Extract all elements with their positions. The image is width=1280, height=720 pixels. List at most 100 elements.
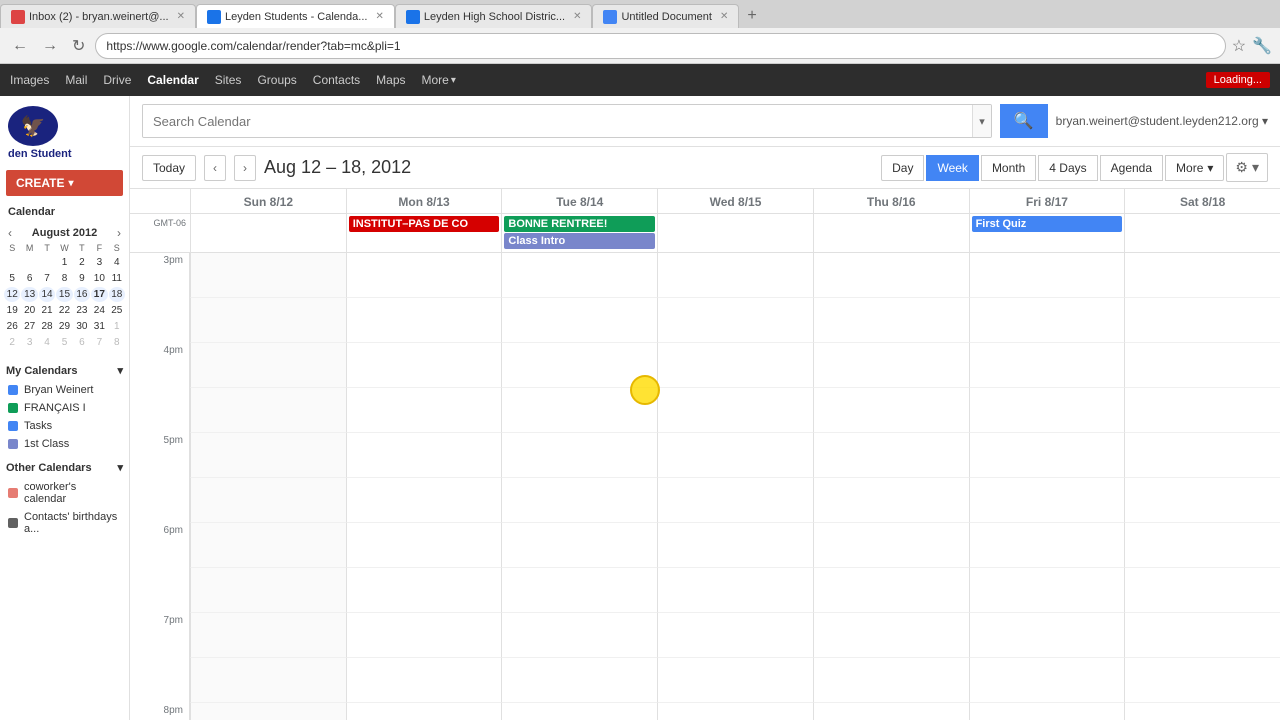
mini-cal-day[interactable]: 11	[109, 271, 125, 286]
mini-cal-day[interactable]: 13	[21, 287, 37, 302]
search-input[interactable]	[143, 105, 972, 137]
my-calendar-item[interactable]: Tasks	[0, 417, 129, 435]
time-cell[interactable]	[501, 253, 657, 298]
time-cell[interactable]	[501, 703, 657, 720]
my-calendars-header[interactable]: My Calendars ▾	[0, 360, 129, 381]
mini-cal-prev-button[interactable]: ‹	[8, 226, 12, 240]
mini-cal-day[interactable]: 16	[74, 287, 90, 302]
time-cell[interactable]	[190, 478, 346, 523]
mini-cal-day[interactable]: 17	[91, 287, 107, 302]
time-cell[interactable]	[346, 613, 502, 658]
mini-cal-day[interactable]: 29	[56, 319, 72, 334]
time-cell[interactable]	[501, 343, 657, 388]
new-tab-button[interactable]: +	[739, 4, 764, 28]
mini-cal-day[interactable]: 3	[91, 255, 107, 270]
event-first-quiz[interactable]: First Quiz	[972, 216, 1123, 232]
time-cell[interactable]	[969, 568, 1125, 613]
view-more-button[interactable]: More ▾	[1165, 155, 1224, 181]
time-cell[interactable]	[969, 388, 1125, 433]
topbar-calendar-link[interactable]: Calendar	[147, 73, 198, 87]
my-calendar-item[interactable]: Bryan Weinert	[0, 381, 129, 399]
address-bar[interactable]: https://www.google.com/calendar/render?t…	[95, 33, 1225, 59]
mini-cal-day[interactable]: 2	[4, 335, 20, 350]
create-event-button[interactable]: CREATE ▾	[6, 170, 123, 196]
time-cell[interactable]	[501, 298, 657, 343]
time-cell[interactable]	[813, 253, 969, 298]
time-cell[interactable]	[346, 523, 502, 568]
mini-cal-day[interactable]: 4	[39, 335, 55, 350]
time-cell[interactable]	[190, 658, 346, 703]
mini-cal-day[interactable]: 22	[56, 303, 72, 318]
other-calendars-header[interactable]: Other Calendars ▾	[0, 457, 129, 478]
topbar-more-button[interactable]: More ▾	[422, 73, 456, 87]
mini-cal-day[interactable]: 18	[109, 287, 125, 302]
time-cell[interactable]	[501, 388, 657, 433]
mini-cal-day[interactable]: 5	[56, 335, 72, 350]
time-cell[interactable]	[813, 703, 969, 720]
event-bonne-rentree[interactable]: BONNE RENTREE!	[504, 216, 655, 232]
tab-leyden-close-icon[interactable]: ✕	[573, 11, 581, 22]
time-cell[interactable]	[1124, 658, 1280, 703]
view-week-button[interactable]: Week	[926, 155, 978, 181]
my-calendar-item[interactable]: FRANÇAIS I	[0, 399, 129, 417]
time-cell[interactable]	[346, 253, 502, 298]
view-4days-button[interactable]: 4 Days	[1038, 155, 1097, 181]
time-cell[interactable]	[190, 343, 346, 388]
other-calendar-item[interactable]: coworker's calendar	[0, 478, 129, 508]
time-cell[interactable]	[501, 613, 657, 658]
time-cell[interactable]	[1124, 298, 1280, 343]
tab-gmail[interactable]: Inbox (2) - bryan.weinert@... ✕	[0, 4, 196, 28]
time-cell[interactable]	[1124, 568, 1280, 613]
topbar-drive-link[interactable]: Drive	[103, 73, 131, 87]
back-button[interactable]: ←	[8, 35, 32, 57]
topbar-mail-link[interactable]: Mail	[65, 73, 87, 87]
time-cell[interactable]	[190, 298, 346, 343]
mini-cal-day[interactable]: 10	[91, 271, 107, 286]
time-cell[interactable]	[969, 433, 1125, 478]
time-cell[interactable]	[346, 703, 502, 720]
view-month-button[interactable]: Month	[981, 155, 1036, 181]
time-cell[interactable]	[657, 388, 813, 433]
time-cell[interactable]	[190, 433, 346, 478]
search-dropdown-icon[interactable]: ▾	[972, 105, 991, 137]
time-cell[interactable]	[813, 523, 969, 568]
time-cell[interactable]	[501, 433, 657, 478]
time-cell[interactable]	[346, 388, 502, 433]
time-cell[interactable]	[657, 298, 813, 343]
mini-cal-day[interactable]	[4, 255, 20, 270]
time-cell[interactable]	[190, 703, 346, 720]
mini-cal-day[interactable]: 20	[21, 303, 37, 318]
user-email[interactable]: bryan.weinert@student.leyden212.org ▾	[1056, 114, 1268, 128]
mini-cal-day[interactable]: 21	[39, 303, 55, 318]
mini-cal-day[interactable]: 15	[56, 287, 72, 302]
time-cell[interactable]	[190, 568, 346, 613]
mini-cal-day[interactable]: 1	[56, 255, 72, 270]
time-cell[interactable]	[190, 388, 346, 433]
mini-cal-day[interactable]: 1	[109, 319, 125, 334]
search-button[interactable]: 🔍	[1000, 104, 1048, 138]
time-cell[interactable]	[1124, 613, 1280, 658]
time-cell[interactable]	[657, 343, 813, 388]
tab-calendar-close-icon[interactable]: ✕	[375, 11, 383, 22]
mini-cal-day[interactable]: 9	[74, 271, 90, 286]
time-cell[interactable]	[657, 568, 813, 613]
mini-cal-day[interactable]: 26	[4, 319, 20, 334]
time-cell[interactable]	[190, 253, 346, 298]
forward-button[interactable]: →	[38, 35, 62, 57]
mini-cal-day[interactable]: 8	[109, 335, 125, 350]
time-cell[interactable]	[346, 343, 502, 388]
time-cell[interactable]	[969, 478, 1125, 523]
time-cell[interactable]	[969, 298, 1125, 343]
time-cell[interactable]	[657, 433, 813, 478]
mini-cal-day[interactable]: 8	[56, 271, 72, 286]
time-cell[interactable]	[969, 658, 1125, 703]
time-cell[interactable]	[969, 613, 1125, 658]
bookmark-icon[interactable]: ☆	[1232, 36, 1246, 56]
prev-week-button[interactable]: ‹	[204, 155, 226, 181]
time-cell[interactable]	[346, 433, 502, 478]
mini-cal-day[interactable]: 14	[39, 287, 55, 302]
tab-leyden[interactable]: Leyden High School Distric... ✕	[395, 4, 593, 28]
mini-cal-day[interactable]: 5	[4, 271, 20, 286]
extensions-icon[interactable]: 🔧	[1252, 36, 1272, 56]
topbar-contacts-link[interactable]: Contacts	[313, 73, 360, 87]
